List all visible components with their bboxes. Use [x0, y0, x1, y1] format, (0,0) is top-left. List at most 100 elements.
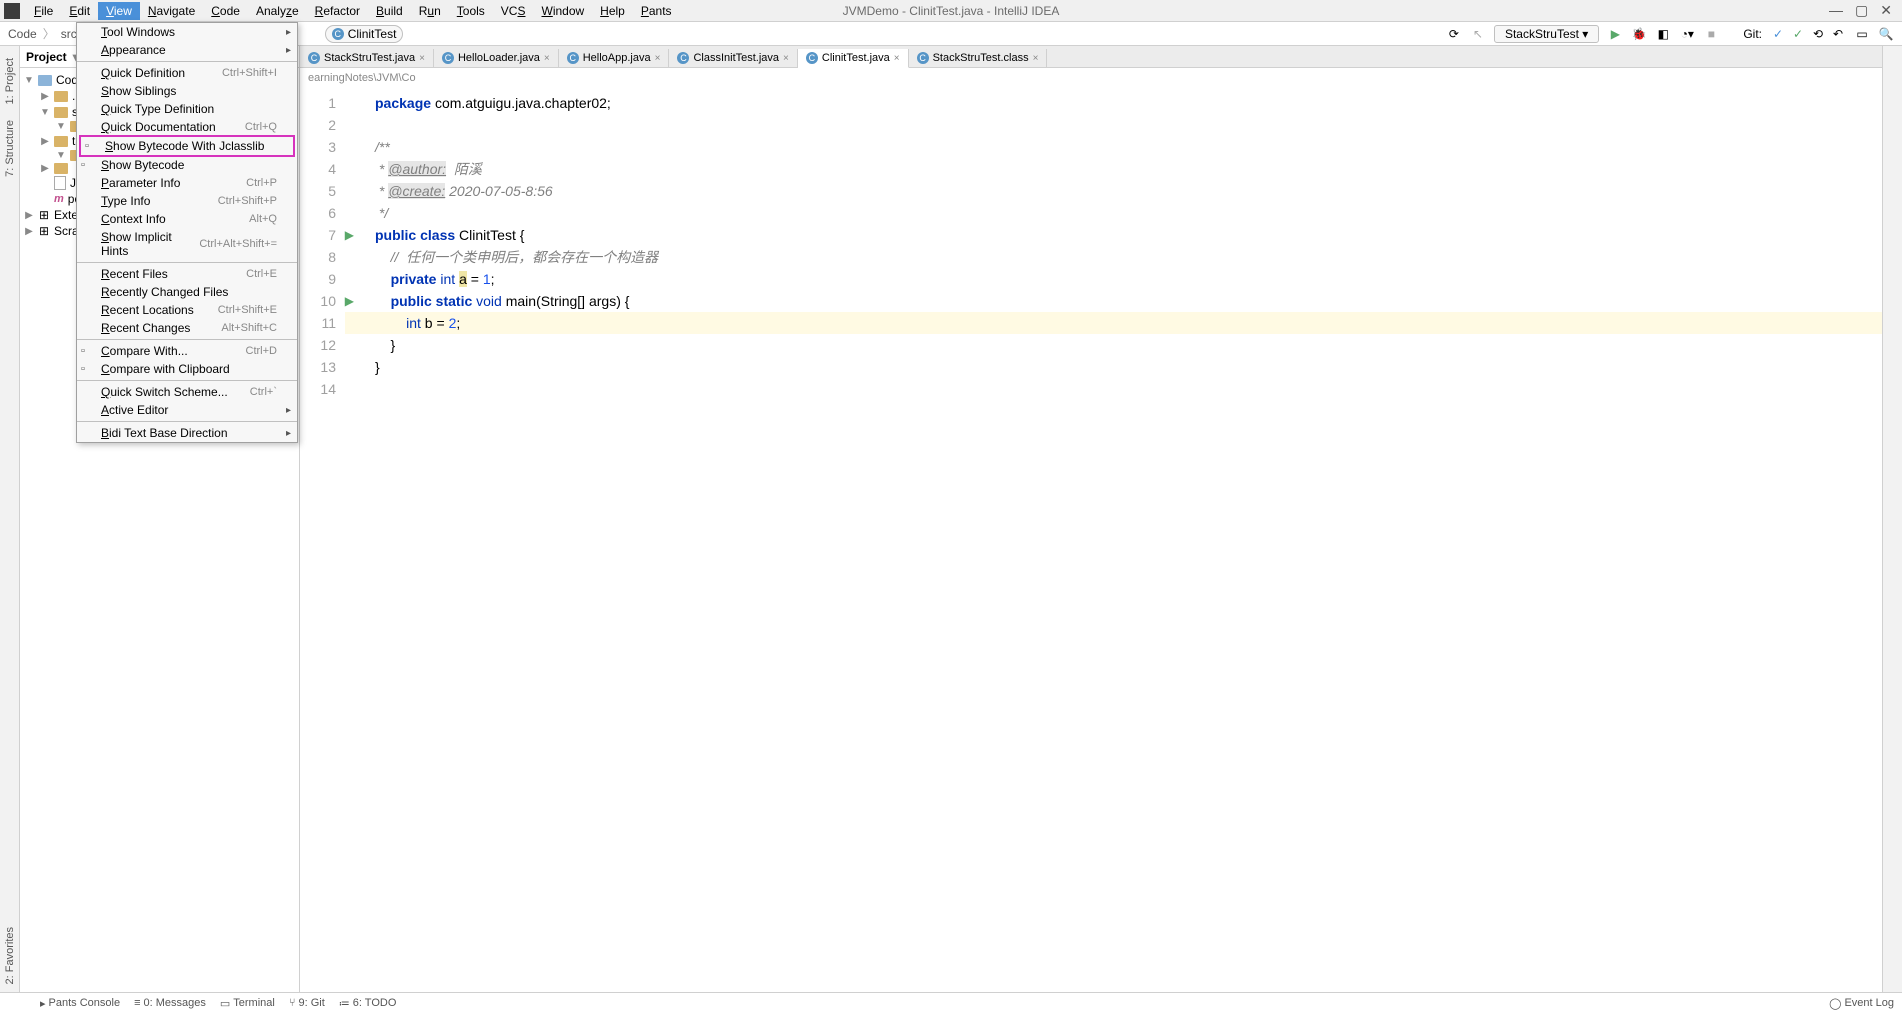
code-line[interactable]: int b = 2;	[345, 312, 1882, 334]
menu-item-compare-with-[interactable]: ▫Compare With...Ctrl+D	[77, 342, 297, 360]
menu-item-quick-type-definition[interactable]: Quick Type Definition	[77, 100, 297, 118]
code-line[interactable]: private int a = 1;	[375, 268, 1882, 290]
debug-icon[interactable]: 🐞	[1631, 26, 1647, 42]
code-line[interactable]	[375, 114, 1882, 136]
editor-tab-stackstrutest-java[interactable]: CStackStruTest.java×	[300, 49, 434, 67]
code-body[interactable]: package com.atguigu.java.chapter02; /** *…	[345, 88, 1882, 992]
code-line[interactable]: */	[375, 202, 1882, 224]
stop-icon[interactable]: ■	[1703, 26, 1719, 42]
menu-vcs[interactable]: VCS	[493, 2, 534, 20]
back-icon[interactable]: ↖	[1470, 26, 1486, 42]
menu-item-appearance[interactable]: Appearance▸	[77, 41, 297, 59]
tree-arrow-icon[interactable]: ▶	[40, 163, 50, 174]
minimize-icon[interactable]: —	[1829, 2, 1843, 19]
menu-tools[interactable]: Tools	[449, 2, 493, 20]
editor-tab-stackstrutest-class[interactable]: CStackStruTest.class×	[909, 49, 1048, 67]
menu-item-tool-windows[interactable]: Tool Windows▸	[77, 23, 297, 41]
git-history-icon[interactable]: ⟲	[1810, 26, 1826, 42]
tree-arrow-icon[interactable]: ▼	[24, 75, 34, 86]
menu-item-compare-with-clipboard[interactable]: ▫Compare with Clipboard	[77, 360, 297, 378]
code-line[interactable]: public class ClinitTest {	[375, 224, 1882, 246]
search-everywhere-icon[interactable]: 🔍	[1878, 26, 1894, 42]
tree-arrow-icon[interactable]: ▶	[24, 210, 34, 221]
menu-item-quick-definition[interactable]: Quick DefinitionCtrl+Shift+I	[77, 64, 297, 82]
maximize-icon[interactable]: ▢	[1855, 2, 1868, 19]
run-config-selector[interactable]: StackStruTest ▾	[1494, 25, 1599, 43]
code-line[interactable]: package com.atguigu.java.chapter02;	[375, 92, 1882, 114]
tab-project[interactable]: 1: Project	[2, 50, 18, 112]
tab-structure[interactable]: 7: Structure	[2, 112, 18, 185]
menu-item-quick-documentation[interactable]: Quick DocumentationCtrl+Q	[77, 118, 297, 136]
code-line[interactable]: * @author: 陌溪	[375, 158, 1882, 180]
code-line[interactable]: }	[375, 356, 1882, 378]
menu-item-recent-locations[interactable]: Recent LocationsCtrl+Shift+E	[77, 301, 297, 319]
menu-item-context-info[interactable]: Context InfoAlt+Q	[77, 210, 297, 228]
menu-item-recently-changed-files[interactable]: Recently Changed Files	[77, 283, 297, 301]
editor-tab-clinittest-java[interactable]: CClinitTest.java×	[798, 49, 909, 68]
menu-item-recent-changes[interactable]: Recent ChangesAlt+Shift+C	[77, 319, 297, 337]
tree-arrow-icon[interactable]: ▶	[40, 136, 50, 147]
status-pants-console[interactable]: ▸ Pants Console	[40, 997, 120, 1010]
run-icon[interactable]: ▶	[1607, 26, 1623, 42]
editor-tab-helloapp-java[interactable]: CHelloApp.java×	[559, 49, 670, 67]
editor-tab-classinittest-java[interactable]: CClassInitTest.java×	[669, 49, 797, 67]
menu-window[interactable]: Window	[533, 2, 592, 20]
tab-close-icon[interactable]: ×	[894, 53, 900, 64]
menu-item-type-info[interactable]: Type InfoCtrl+Shift+P	[77, 192, 297, 210]
breadcrumb-code[interactable]: Code	[8, 27, 37, 41]
tree-arrow-icon[interactable]: ▶	[40, 91, 50, 102]
reload-icon[interactable]: ⟳	[1446, 26, 1462, 42]
menu-item-quick-switch-scheme-[interactable]: Quick Switch Scheme...Ctrl+`	[77, 383, 297, 401]
menu-navigate[interactable]: Navigate	[140, 2, 203, 20]
tab-close-icon[interactable]: ×	[1033, 53, 1039, 64]
code-line[interactable]	[375, 378, 1882, 400]
code-line[interactable]: * @create: 2020-07-05-8:56	[375, 180, 1882, 202]
coverage-icon[interactable]: ◧	[1655, 26, 1671, 42]
tab-close-icon[interactable]: ×	[655, 53, 661, 64]
editor-tab-helloloader-java[interactable]: CHelloLoader.java×	[434, 49, 559, 67]
menu-pants[interactable]: Pants	[633, 2, 680, 20]
menu-view[interactable]: View	[98, 2, 140, 20]
status-messages[interactable]: ≡ 0: Messages	[134, 997, 206, 1009]
menu-item-show-siblings[interactable]: Show Siblings	[77, 82, 297, 100]
project-structure-icon[interactable]: ▭	[1854, 26, 1870, 42]
git-update-icon[interactable]: ✓	[1770, 26, 1786, 42]
status-todo[interactable]: ≔ 6: TODO	[339, 997, 397, 1010]
tab-close-icon[interactable]: ×	[544, 53, 550, 64]
status-event-log[interactable]: ◯ Event Log	[1829, 997, 1894, 1010]
menu-analyze[interactable]: Analyze	[248, 2, 307, 20]
tree-arrow-icon[interactable]: ▼	[40, 107, 50, 118]
tree-arrow-icon[interactable]: ▶	[24, 226, 34, 237]
nav-class-dropdown[interactable]: C ClinitTest	[325, 25, 404, 43]
menu-build[interactable]: Build	[368, 2, 411, 20]
menu-item-parameter-info[interactable]: Parameter InfoCtrl+P	[77, 174, 297, 192]
tab-close-icon[interactable]: ×	[419, 53, 425, 64]
code-line[interactable]: }	[375, 334, 1882, 356]
menu-item-show-bytecode[interactable]: ▫Show Bytecode	[77, 156, 297, 174]
git-commit-icon[interactable]: ✓	[1790, 26, 1806, 42]
close-icon[interactable]: ✕	[1880, 2, 1892, 19]
code-line[interactable]: // 任何一个类申明后，都会存在一个构造器	[375, 246, 1882, 268]
menu-item-active-editor[interactable]: Active Editor▸	[77, 401, 297, 419]
breadcrumb-src[interactable]: src	[61, 27, 77, 41]
code-line[interactable]: /**	[375, 136, 1882, 158]
tab-favorites[interactable]: 2: Favorites	[2, 919, 18, 992]
menu-run[interactable]: Run	[411, 2, 449, 20]
menu-item-show-implicit-hints[interactable]: Show Implicit HintsCtrl+Alt+Shift+=	[77, 228, 297, 260]
profile-icon[interactable]: ◔▾	[1679, 26, 1695, 42]
menu-item-bidi-text-base-direction[interactable]: Bidi Text Base Direction▸	[77, 424, 297, 442]
git-revert-icon[interactable]: ↶	[1830, 26, 1846, 42]
menu-refactor[interactable]: Refactor	[307, 2, 368, 20]
menu-code[interactable]: Code	[203, 2, 248, 20]
code-editor[interactable]: 1234567▶8910▶11121314 package com.atguig…	[300, 88, 1882, 992]
status-git[interactable]: ⑂ 9: Git	[289, 997, 325, 1009]
tree-arrow-icon[interactable]: ▼	[56, 150, 66, 161]
tab-close-icon[interactable]: ×	[783, 53, 789, 64]
menu-file[interactable]: File	[26, 2, 61, 20]
menu-edit[interactable]: Edit	[61, 2, 98, 20]
menu-item-recent-files[interactable]: Recent FilesCtrl+E	[77, 265, 297, 283]
code-line[interactable]: public static void main(String[] args) {	[375, 290, 1882, 312]
tree-arrow-icon[interactable]: ▼	[56, 121, 66, 132]
status-terminal[interactable]: ▭ Terminal	[220, 997, 275, 1010]
menu-item-show-bytecode-with-jclasslib[interactable]: ▫Show Bytecode With Jclasslib	[79, 135, 295, 157]
